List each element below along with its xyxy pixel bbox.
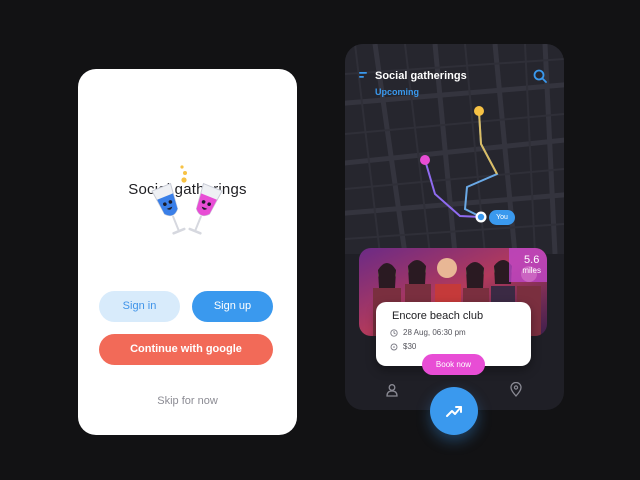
map-title: Social gatherings <box>375 70 467 82</box>
event-price-row: $30 <box>390 342 416 351</box>
sign-in-button[interactable]: Sign in <box>99 291 180 322</box>
upcoming-filter[interactable]: Upcoming <box>375 87 419 97</box>
cheers-glasses-illustration <box>151 165 223 235</box>
user-icon[interactable] <box>385 383 399 397</box>
search-icon[interactable] <box>533 69 547 83</box>
location-pin-icon[interactable] <box>509 382 523 397</box>
skip-link[interactable]: Skip for now <box>78 395 297 407</box>
tag-icon <box>390 343 398 350</box>
you-location-badge: You <box>489 210 515 225</box>
trend-up-icon <box>446 406 462 417</box>
book-now-button[interactable]: Book now <box>422 354 485 375</box>
map-screen: Social gatherings Upcoming You 5.6 miles… <box>345 44 564 435</box>
distance-unit: miles <box>522 266 541 275</box>
distance-badge: 5.6 miles <box>522 254 541 275</box>
event-date-row: 28 Aug, 06:30 pm <box>390 328 466 337</box>
continue-with-google-button[interactable]: Continue with google <box>99 334 273 365</box>
clock-icon <box>390 328 398 337</box>
trending-button[interactable] <box>430 387 478 435</box>
welcome-screen: Social gatherings Sign in Sign up Contin… <box>78 69 297 435</box>
distance-value: 5.6 <box>524 254 540 266</box>
menu-icon[interactable] <box>359 71 369 81</box>
event-date: 28 Aug, 06:30 pm <box>403 328 466 337</box>
event-name: Encore beach club <box>392 310 484 322</box>
event-price: $30 <box>403 342 417 351</box>
sign-up-button[interactable]: Sign up <box>192 291 273 322</box>
